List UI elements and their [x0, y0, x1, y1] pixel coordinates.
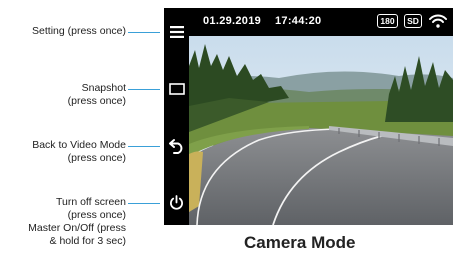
mode-caption: Camera Mode [244, 233, 356, 252]
rotation-badge: 180 [377, 14, 398, 28]
road-landscape-image [189, 36, 453, 225]
callout-setting: Setting (press once) [32, 25, 126, 37]
back-arrow-icon [168, 138, 182, 154]
sidebar [164, 8, 189, 225]
hamburger-icon [169, 25, 184, 38]
callout-back: Back to Video Mode (press once) [32, 139, 126, 164]
wifi-icon [429, 14, 447, 28]
leader-line-power [128, 203, 160, 204]
leader-line-back [128, 146, 160, 147]
leader-line-snapshot [128, 89, 160, 90]
status-bar: 01.29.2019 17:44:20 180 SD [189, 8, 453, 36]
camera-view [189, 36, 453, 225]
power-icon [170, 195, 183, 210]
callout-power: Turn off screen (press once) Master On/O… [28, 196, 126, 247]
snapshot-button[interactable] [166, 78, 187, 99]
back-to-video-button[interactable] [166, 135, 187, 156]
rectangle-icon [168, 82, 185, 95]
camera-screen: 01.29.2019 17:44:20 180 SD [164, 8, 453, 225]
leader-line-setting [128, 32, 160, 33]
date-display: 01.29.2019 [203, 15, 262, 27]
menu-button[interactable] [166, 21, 187, 42]
sd-card-badge: SD [404, 14, 422, 28]
callout-snapshot: Snapshot (press once) [67, 82, 126, 107]
time-display: 17:44:20 [275, 15, 322, 27]
power-button[interactable] [166, 192, 187, 213]
